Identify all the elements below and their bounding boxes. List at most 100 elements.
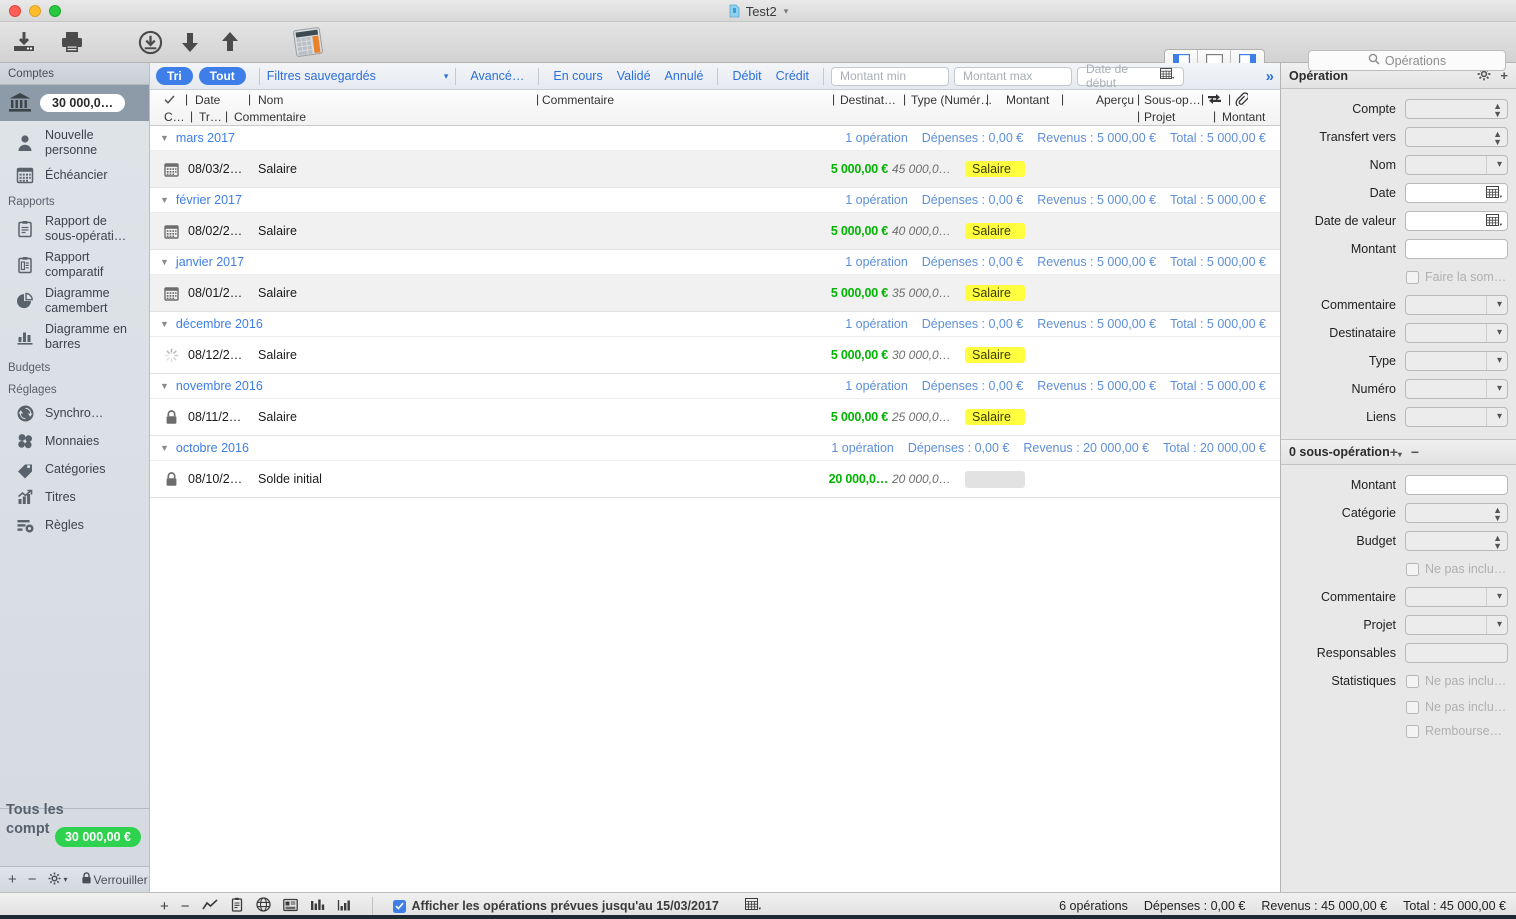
filter-link-avance[interactable]: Avancé… xyxy=(463,69,531,83)
compte-select[interactable]: ▲▼ xyxy=(1405,99,1508,119)
arrow-down-icon[interactable] xyxy=(170,30,210,54)
sidebar-item-titres[interactable]: Titres xyxy=(0,483,149,511)
sidebar-item-categories[interactable]: Catégories xyxy=(0,455,149,483)
column-header-destinataire[interactable]: Destinat… xyxy=(840,93,896,107)
search-field[interactable]: Opérations xyxy=(1308,50,1506,71)
table-row[interactable]: 08/11/2… Salaire 5 000,00 € 25 000,0… Sa… xyxy=(150,399,1280,436)
statistiques-checkbox-1[interactable]: Ne pas inclu… xyxy=(1405,669,1508,693)
column-header-type[interactable]: Type (Numér… xyxy=(911,93,992,107)
group-header-row[interactable]: ▼ février 2017 1 opération Dépenses : 0,… xyxy=(150,188,1280,213)
gear-icon[interactable] xyxy=(48,872,61,888)
date-de-valeur-input[interactable] xyxy=(1405,211,1508,231)
column-header-commentaire[interactable]: Commentaire xyxy=(542,93,614,107)
calendar-dropdown-icon[interactable] xyxy=(745,898,762,915)
sidebar-item-nouvelle-personne[interactable]: Nouvelle personne xyxy=(0,125,149,161)
group-header-row[interactable]: ▼ janvier 2017 1 opération Dépenses : 0,… xyxy=(150,250,1280,275)
disclosure-triangle-icon[interactable]: ▼ xyxy=(160,133,169,143)
sidebar-account-row[interactable]: 30 000,0… xyxy=(0,85,149,121)
group-header-row[interactable]: ▼ octobre 2016 1 opération Dépenses : 0,… xyxy=(150,436,1280,461)
checkmark-icon[interactable] xyxy=(164,93,175,107)
liens-combobox[interactable]: ▾ xyxy=(1405,407,1508,427)
sort-button[interactable]: Tri xyxy=(156,67,193,85)
disclosure-triangle-icon[interactable]: ▼ xyxy=(160,443,169,453)
remove-operation-button[interactable]: − xyxy=(181,898,190,915)
calendar-dropdown-icon[interactable] xyxy=(1486,186,1503,203)
print-icon[interactable] xyxy=(52,29,92,55)
disclosure-triangle-icon[interactable]: ▼ xyxy=(160,195,169,205)
table-row[interactable]: 08/02/2… Salaire 5 000,00 € 40 000,0… Sa… xyxy=(150,213,1280,250)
plus-dropdown-icon[interactable]: +▾ xyxy=(1390,444,1402,460)
column-header-nom[interactable]: Nom xyxy=(258,93,283,107)
amount-max-input[interactable]: Montant max xyxy=(954,67,1072,86)
ne-pas-inclure-checkbox[interactable]: Ne pas inclu… xyxy=(1405,557,1508,581)
operations-list[interactable]: ▼ mars 2017 1 opération Dépenses : 0,00 … xyxy=(150,126,1280,892)
filter-link-debit[interactable]: Débit xyxy=(725,69,768,83)
download-circle-icon[interactable] xyxy=(130,30,170,55)
faire-la-somme-checkbox[interactable]: Faire la som… xyxy=(1405,265,1508,289)
commentaire-combobox[interactable]: ▾ xyxy=(1405,295,1508,315)
compare-icon[interactable] xyxy=(310,898,325,915)
sidebar-item-diagramme-camembert[interactable]: Diagramme camembert xyxy=(0,283,149,319)
filter-link-annule[interactable]: Annulé xyxy=(658,69,711,83)
saved-filters-dropdown[interactable]: Filtres sauvegardés ▾ xyxy=(267,69,449,83)
column-header-c[interactable]: C… xyxy=(164,110,185,124)
column-header-apercu[interactable]: Aperçu xyxy=(1096,93,1134,107)
calendar-dropdown-icon[interactable] xyxy=(1486,214,1503,231)
sidebar-item-rapport-comparatif[interactable]: Rapport comparatif xyxy=(0,247,149,283)
calendar-dropdown-icon[interactable] xyxy=(1160,68,1175,84)
statistiques-checkbox-2[interactable]: Ne pas inclu… xyxy=(1405,695,1508,719)
table-row[interactable]: 08/03/2… Salaire 5 000,00 € 45 000,0… Sa… xyxy=(150,151,1280,188)
sidebar-item-diagramme-en-barres[interactable]: Diagramme en barres xyxy=(0,319,149,355)
chevron-down-icon[interactable]: ▾ xyxy=(784,6,789,17)
arrow-up-icon[interactable] xyxy=(210,30,250,54)
table-row[interactable]: 08/10/2… Solde initial 20 000,0… 20 000,… xyxy=(150,461,1280,498)
sidebar-item-synchro[interactable]: Synchro… xyxy=(0,399,149,427)
transfert-vers-select[interactable]: ▲▼ xyxy=(1405,127,1508,147)
date-input[interactable] xyxy=(1405,183,1508,203)
add-account-button[interactable]: + xyxy=(8,871,17,888)
group-header-row[interactable]: ▼ mars 2017 1 opération Dépenses : 0,00 … xyxy=(150,126,1280,151)
add-operation-button[interactable]: + xyxy=(160,898,169,915)
column-header-date[interactable]: Date xyxy=(195,93,220,107)
show-scheduled-checkbox[interactable]: Afficher les opérations prévues jusqu'au… xyxy=(393,899,719,913)
amount-min-input[interactable]: Montant min xyxy=(831,67,949,86)
montant-input[interactable] xyxy=(1405,239,1508,259)
all-button[interactable]: Tout xyxy=(199,67,246,85)
column-header-projet[interactable]: Projet xyxy=(1144,110,1175,124)
chevron-down-icon[interactable]: ▾ xyxy=(64,875,68,884)
budget-select[interactable]: ▲▼ xyxy=(1405,531,1508,551)
projet-combobox[interactable]: ▾ xyxy=(1405,615,1508,635)
column-header-tr[interactable]: Tr… xyxy=(199,110,222,124)
sidebar-item-rapport-sous-operations[interactable]: Rapport de sous-opérati… xyxy=(0,211,149,247)
categorie-select[interactable]: ▲▼ xyxy=(1405,503,1508,523)
group-header-row[interactable]: ▼ novembre 2016 1 opération Dépenses : 0… xyxy=(150,374,1280,399)
column-header-montant-2[interactable]: Montant xyxy=(1222,110,1265,124)
globe-icon[interactable] xyxy=(256,897,271,915)
date-start-input[interactable]: Date de début xyxy=(1077,67,1184,86)
sidebar-item-regles[interactable]: Règles xyxy=(0,511,149,539)
sidebar-item-echeancier[interactable]: Échéancier xyxy=(0,161,149,189)
minus-icon[interactable]: − xyxy=(1411,444,1419,460)
destinataire-combobox[interactable]: ▾ xyxy=(1405,323,1508,343)
numero-combobox[interactable]: ▾ xyxy=(1405,379,1508,399)
calculator-icon[interactable] xyxy=(286,27,330,57)
table-row[interactable]: 08/01/2… Salaire 5 000,00 € 35 000,0… Sa… xyxy=(150,275,1280,312)
import-icon[interactable] xyxy=(4,29,44,55)
lock-button[interactable]: Verrouiller xyxy=(81,872,148,887)
nom-combobox[interactable]: ▾ xyxy=(1405,155,1508,175)
paperclip-icon[interactable] xyxy=(1235,92,1248,109)
column-header-montant[interactable]: Montant xyxy=(1006,93,1049,107)
filter-link-valide[interactable]: Validé xyxy=(610,69,658,83)
column-header-sous-operation[interactable]: Sous-op… xyxy=(1144,93,1201,107)
disclosure-triangle-icon[interactable]: ▼ xyxy=(160,381,169,391)
statistiques-checkbox-3[interactable]: Rembourse… xyxy=(1405,719,1508,743)
group-header-row[interactable]: ▼ décembre 2016 1 opération Dépenses : 0… xyxy=(150,312,1280,337)
column-header-commentaire-2[interactable]: Commentaire xyxy=(234,110,306,124)
sidebar-item-monnaies[interactable]: Monnaies xyxy=(0,427,149,455)
filter-link-en-cours[interactable]: En cours xyxy=(546,69,609,83)
chart-line-icon[interactable] xyxy=(202,898,218,915)
report-icon[interactable] xyxy=(283,898,298,915)
clipboard-icon[interactable] xyxy=(230,897,244,915)
responsables-input[interactable] xyxy=(1405,643,1508,663)
filter-link-credit[interactable]: Crédit xyxy=(769,69,816,83)
